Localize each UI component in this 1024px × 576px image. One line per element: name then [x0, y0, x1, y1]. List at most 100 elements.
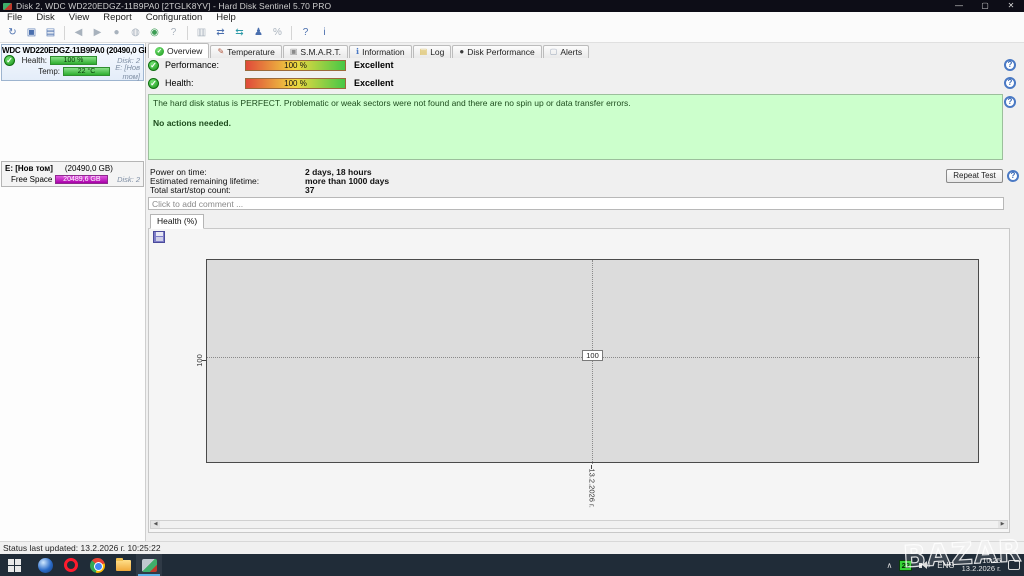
tab-disk-performance[interactable]: ● Disk Performance: [452, 45, 542, 58]
taskbar-app-globe[interactable]: [32, 554, 58, 576]
temp-label: Temp:: [38, 67, 60, 76]
thermometer-icon: ✎: [217, 47, 225, 56]
tab-overview[interactable]: ✓ Overview: [148, 43, 210, 58]
disk-info-section: Power on time: 2 days, 18 hours Estimate…: [150, 168, 850, 195]
performance-row: ✓ Performance: 100 % Excellent: [148, 58, 1018, 72]
hdsentinel-icon: [141, 558, 157, 572]
identify-disk-icon[interactable]: ?: [165, 25, 182, 41]
partition-capacity: (20490,0 GB): [64, 164, 113, 173]
online-status-icon[interactable]: ◉: [146, 25, 163, 41]
menu-view[interactable]: View: [62, 12, 96, 24]
windows-taskbar: ∧ 22 ) ENG 10:25 13.2.2026 г.: [0, 554, 1024, 576]
alerts-icon: ▢: [549, 47, 558, 56]
tab-alerts[interactable]: ▢ Alerts: [542, 45, 590, 58]
maximize-button[interactable]: ▢: [972, 0, 998, 12]
performance-ok-icon: ✓: [148, 59, 159, 71]
repeat-test-button[interactable]: Repeat Test: [946, 169, 1003, 183]
sync-data-icon[interactable]: ⇆: [231, 25, 248, 41]
menu-file[interactable]: File: [0, 12, 29, 24]
partition-list-item[interactable]: E: [Нов том] (20490,0 GB) Free Space 204…: [1, 161, 144, 187]
title-bar: Disk 2, WDC WD220EDGZ-11B9PA0 [2TGLK8YV]…: [0, 0, 1024, 12]
percent-display-icon[interactable]: %: [269, 25, 286, 41]
taskbar-app-explorer[interactable]: [110, 554, 136, 576]
menu-disk[interactable]: Disk: [29, 12, 61, 24]
chart-horizontal-scrollbar[interactable]: ◀ ▶: [150, 520, 1008, 529]
performance-help-icon[interactable]: ?: [1004, 59, 1016, 71]
tab-log[interactable]: ▤ Log: [412, 45, 452, 58]
toolbar-separator: [187, 26, 188, 40]
volume-icon[interactable]: ): [919, 561, 930, 569]
health-rating: Excellent: [354, 78, 394, 88]
opera-icon: [64, 558, 78, 572]
free-space-label: Free Space: [11, 175, 53, 184]
main-tab-bar: ✓ Overview ✎ Temperature ▣ S.M.A.R.T. ℹ …: [146, 43, 1024, 58]
remaining-lifetime-value: more than 1000 days: [305, 176, 390, 186]
about-info-icon[interactable]: i: [316, 25, 333, 41]
report-file-icon[interactable]: ▥: [193, 25, 210, 41]
windows-logo-icon: [7, 558, 21, 572]
tab-health-chart[interactable]: Health (%): [150, 214, 205, 229]
menu-configuration[interactable]: Configuration: [139, 12, 210, 24]
disk-performance-icon: ●: [459, 47, 465, 56]
menu-help[interactable]: Help: [209, 12, 243, 24]
folder-icon: [115, 557, 131, 571]
overview-check-icon: ✓: [155, 46, 164, 56]
menu-bar: File Disk View Report Configuration Help: [0, 12, 1024, 24]
send-report-icon[interactable]: ⇄: [212, 25, 229, 41]
health-mini-bar: 100 %: [50, 56, 97, 65]
health-label: Health:: [21, 56, 47, 65]
health-row: ✓ Health: 100 % Excellent: [148, 76, 1018, 90]
disk-status-text: The hard disk status is PERFECT. Problem…: [153, 98, 631, 108]
disk-model-label: WDC WD220EDGZ-11B9PA0 (20490,0 GB): [2, 46, 153, 55]
scroll-right-icon[interactable]: ▶: [998, 521, 1007, 528]
chart-x-tick-label: 13.2.2026 г.: [587, 468, 597, 508]
disk-surface-test-icon[interactable]: ●: [108, 25, 125, 41]
tray-temperature-badge[interactable]: 22: [899, 559, 913, 571]
health-chart-plot-area: 100: [206, 259, 980, 464]
language-indicator[interactable]: ENG: [937, 561, 954, 570]
scroll-left-icon[interactable]: ◀: [151, 521, 160, 528]
health-chart-panel: 100 100 13.2.2026 г. ◀ ▶: [148, 228, 1010, 533]
tray-date: 13.2.2026 г.: [961, 564, 1001, 573]
taskbar-app-chrome[interactable]: [84, 554, 110, 576]
disk-ok-icon: ✓: [4, 55, 15, 66]
disk-list-item-selected[interactable]: WDC WD220EDGZ-11B9PA0 (20490,0 GB) ✓ Hea…: [1, 44, 153, 81]
volume-label: E: [Нов том]: [115, 62, 140, 81]
log-icon: ▤: [419, 47, 428, 56]
disk-status-textbox: The hard disk status is PERFECT. Problem…: [148, 94, 1003, 160]
start-button[interactable]: [0, 554, 28, 576]
disk-control-icon[interactable]: ◍: [127, 25, 144, 41]
analyse-disk-icon[interactable]: ▣: [23, 25, 40, 41]
repeat-test-help-icon[interactable]: ?: [1007, 170, 1019, 182]
detect-disks-icon[interactable]: ▤: [42, 25, 59, 41]
help-icon[interactable]: ?: [297, 25, 314, 41]
user-accounts-icon[interactable]: ♟: [250, 25, 267, 41]
taskbar-app-opera[interactable]: [58, 554, 84, 576]
chart-vertical-gridline: [592, 260, 593, 464]
start-stop-count-label: Total start/stop count:: [150, 185, 231, 195]
chart-point-tooltip: 100: [582, 350, 603, 361]
start-stop-count-value: 37: [305, 185, 315, 195]
tab-information[interactable]: ℹ Information: [349, 45, 412, 58]
notification-center-icon[interactable]: [1008, 560, 1020, 570]
toolbar: ↻ ▣ ▤ ◀ ▶ ● ◍ ◉ ? ▥ ⇄ ⇆ ♟ % ? i: [0, 24, 1024, 43]
health-help-icon[interactable]: ?: [1004, 77, 1016, 89]
tray-clock[interactable]: 10:25 13.2.2026 г.: [962, 557, 1001, 573]
previous-disk-icon[interactable]: ◀: [70, 25, 87, 41]
minimize-button[interactable]: —: [946, 0, 972, 12]
status-bar: Status last updated: 13.2.2026 г. 10:25:…: [0, 541, 1024, 554]
taskbar-app-hdsentinel[interactable]: [136, 554, 162, 576]
information-icon: ℹ: [356, 47, 360, 56]
free-space-bar: 20489,6 GB: [55, 175, 109, 184]
close-button[interactable]: ✕: [998, 0, 1024, 12]
status-help-icon[interactable]: ?: [1004, 96, 1016, 108]
menu-report[interactable]: Report: [96, 12, 139, 24]
next-disk-icon[interactable]: ▶: [89, 25, 106, 41]
save-chart-icon[interactable]: [153, 231, 165, 243]
tab-temperature[interactable]: ✎ Temperature: [210, 45, 282, 58]
refresh-icon[interactable]: ↻: [4, 25, 21, 41]
tab-smart[interactable]: ▣ S.M.A.R.T.: [282, 45, 349, 58]
tray-chevron-icon[interactable]: ∧: [886, 561, 892, 570]
comment-input[interactable]: [148, 197, 1004, 210]
health-label: Health:: [165, 78, 194, 88]
